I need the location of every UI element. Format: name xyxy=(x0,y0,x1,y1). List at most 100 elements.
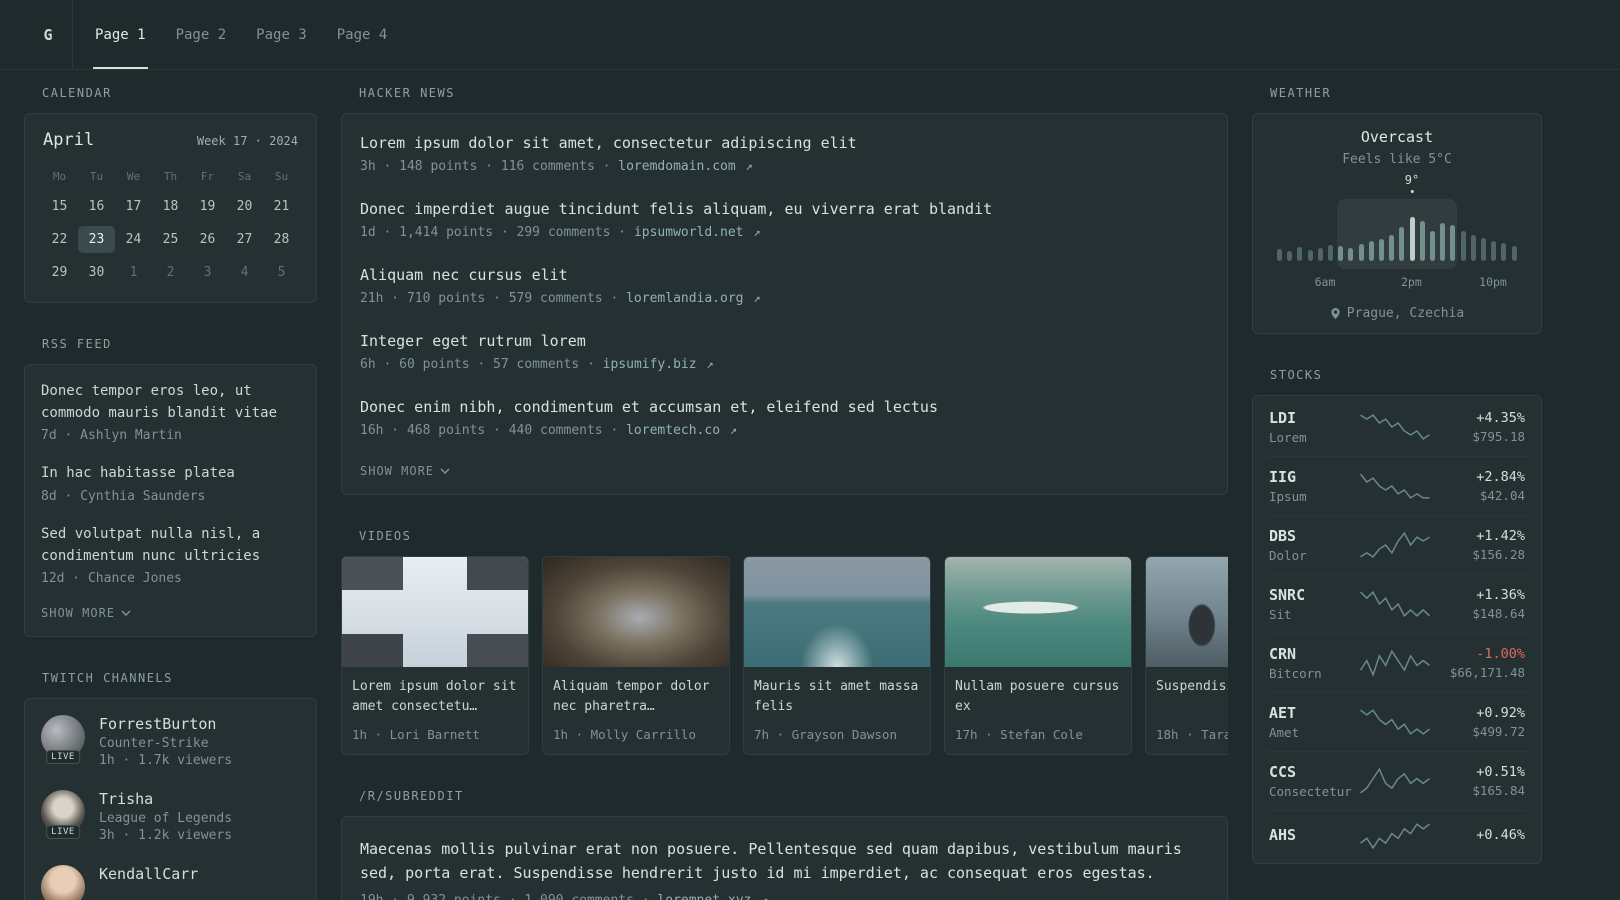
video-card[interactable]: Suspendisse diam 18h · Tara xyxy=(1145,556,1228,755)
stock-company: Amet xyxy=(1269,725,1300,740)
video-card[interactable]: Mauris sit amet massa felis 7h · Grayson… xyxy=(743,556,931,755)
channel-meta: 1h · 1.7k viewers xyxy=(99,753,233,769)
external-link-icon: ↗ xyxy=(761,893,769,900)
rss-item-title[interactable]: Sed volutpat nulla nisl, a condimentum n… xyxy=(41,524,300,567)
external-link-icon: ↗ xyxy=(753,225,761,239)
twitch-channel-row[interactable]: KendallCarr xyxy=(41,865,300,900)
stock-price: $66,171.48 xyxy=(1449,665,1525,680)
hn-story-title[interactable]: Donec imperdiet augue tincidunt felis al… xyxy=(360,200,1209,218)
video-card[interactable]: Nullam posuere cursus ex 17h · Stefan Co… xyxy=(944,556,1132,755)
stock-sparkline xyxy=(1360,767,1430,794)
channel-avatar-image xyxy=(41,865,85,900)
tab-page-4[interactable]: Page 4 xyxy=(335,0,390,69)
video-card[interactable]: Lorem ipsum dolor sit amet consectetu… 1… xyxy=(341,556,529,755)
rss-item: In hac habitasse platea 8d · Cynthia Sau… xyxy=(41,463,300,504)
video-thumbnail[interactable] xyxy=(342,557,528,667)
hn-story-domain-link[interactable]: loremlandia.org ↗ xyxy=(626,291,760,306)
stock-price: $156.28 xyxy=(1472,547,1525,562)
calendar-day: 28 xyxy=(273,232,290,247)
rss-item-title[interactable]: Donec tempor eros leo, ut commodo mauris… xyxy=(41,381,300,424)
stock-symbol: AET xyxy=(1269,704,1297,722)
weather-hour-bar xyxy=(1358,244,1364,261)
weather-hour-bar xyxy=(1470,235,1476,261)
location-text: Prague, Czechia xyxy=(1346,306,1465,321)
weather-location: Prague, Czechia xyxy=(1269,306,1525,321)
rss-item-title[interactable]: In hac habitasse platea xyxy=(41,463,300,485)
channel-meta: 3h · 1.2k viewers xyxy=(99,828,233,844)
avatar xyxy=(41,865,85,900)
tab-page-2[interactable]: Page 2 xyxy=(174,0,229,69)
weather-hour-bar xyxy=(1399,227,1405,261)
right-column: WEATHER Overcast Feels like 5°C 9° 6am 2… xyxy=(1252,70,1542,864)
weather-hour-bar xyxy=(1481,238,1487,261)
video-thumbnail[interactable] xyxy=(945,557,1131,667)
stock-price: $148.64 xyxy=(1472,606,1525,621)
live-badge: LIVE xyxy=(46,750,80,765)
hn-story-meta: 3h · 148 points · 116 comments · xyxy=(360,159,619,174)
channel-game: Counter-Strike xyxy=(99,736,209,752)
tab-page-3[interactable]: Page 3 xyxy=(254,0,309,69)
hn-story-title[interactable]: Integer eget rutrum lorem xyxy=(360,332,1209,350)
hn-show-more-button[interactable]: SHOW MORE xyxy=(360,464,1209,478)
stock-company: Ipsum xyxy=(1269,489,1307,504)
stock-row[interactable]: IIG Ipsum +2.84% $42.04 xyxy=(1267,456,1527,515)
hn-story-meta: 21h · 710 points · 579 comments · xyxy=(360,291,627,306)
external-link-icon: ↗ xyxy=(753,291,761,305)
hn-story-domain-link[interactable]: ipsumworld.net ↗ xyxy=(634,225,761,240)
video-title: Lorem ipsum dolor sit amet consectetu… xyxy=(352,679,517,715)
weather-hour-bar xyxy=(1440,223,1446,261)
stock-row[interactable]: SNRC Sit +1.36% $148.64 xyxy=(1267,574,1527,633)
stock-row[interactable]: AET Amet +0.92% $499.72 xyxy=(1267,692,1527,751)
hn-story: Donec imperdiet augue tincidunt felis al… xyxy=(360,200,1209,240)
hn-story-title[interactable]: Donec enim nibh, condimentum et accumsan… xyxy=(360,398,1209,416)
tab-page-1[interactable]: Page 1 xyxy=(93,0,148,69)
twitch-channel-row[interactable]: LIVE ForrestBurton Counter-Strike 1h · 1… xyxy=(41,715,300,768)
reddit-post-title[interactable]: Maecenas mollis pulvinar erat non posuer… xyxy=(360,837,1209,885)
stock-sparkline xyxy=(1360,709,1430,735)
stock-row[interactable]: DBS Dolor +1.42% $156.28 xyxy=(1267,515,1527,574)
rss-show-more-button[interactable]: SHOW MORE xyxy=(41,606,300,620)
hn-story-domain-link[interactable]: ipsumify.biz ↗ xyxy=(603,357,714,372)
hn-story-domain-link[interactable]: loremdomain.com ↗ xyxy=(618,159,752,174)
stock-symbol: LDI xyxy=(1269,409,1297,427)
video-meta: 18h · Tara xyxy=(1156,727,1228,742)
twitch-channel-row[interactable]: LIVE Trisha League of Legends 3h · 1.2k … xyxy=(41,790,300,843)
stocks-section-title: STOCKS xyxy=(1270,368,1323,382)
show-more-label: SHOW MORE xyxy=(360,464,435,478)
calendar-month: April xyxy=(43,130,95,150)
hn-story-title[interactable]: Aliquam nec cursus elit xyxy=(360,266,1209,284)
video-card[interactable]: Aliquam tempor dolor nec pharetra… 1h · … xyxy=(542,556,730,755)
stock-row[interactable]: AHS +0.46% xyxy=(1267,810,1527,861)
stock-price: $795.18 xyxy=(1472,429,1525,444)
domain-text: ipsumify.biz xyxy=(602,357,697,372)
hn-story-domain-link[interactable]: loremtech.co ↗ xyxy=(626,423,737,438)
show-more-label: SHOW MORE xyxy=(41,606,116,621)
reddit-post-domain-link[interactable]: loremnet.xyz ↗ xyxy=(657,893,768,900)
domain-text: ipsumworld.net xyxy=(633,225,744,240)
external-link-icon: ↗ xyxy=(706,357,714,371)
weather-hour-bar xyxy=(1491,241,1497,261)
hn-story-title[interactable]: Lorem ipsum dolor sit amet, consectetur … xyxy=(360,134,1209,152)
calendar-day: 21 xyxy=(273,199,290,214)
rss-item-meta: 12d · Chance Jones xyxy=(41,571,182,587)
video-thumbnail[interactable] xyxy=(543,557,729,667)
chevron-down-icon xyxy=(121,610,131,617)
stock-price: $499.72 xyxy=(1472,724,1525,739)
hn-story-meta: 1d · 1,414 points · 299 comments · xyxy=(360,225,634,240)
stock-row[interactable]: LDI Lorem +4.35% $795.18 xyxy=(1267,398,1527,456)
app-logo[interactable]: G xyxy=(24,0,73,69)
video-thumbnail[interactable] xyxy=(1146,557,1228,667)
stock-row[interactable]: CRN Bitcorn -1.00% $66,171.48 xyxy=(1267,633,1527,692)
video-meta: 1h · Molly Carrillo xyxy=(553,727,696,742)
calendar-day: 27 xyxy=(236,232,253,247)
hn-story: Donec enim nibh, condimentum et accumsan… xyxy=(360,398,1209,438)
calendar-grid: Mo Tu We Th Fr Sa Su 15 16 17 18 19 20 2… xyxy=(41,166,300,286)
calendar-day: 24 xyxy=(125,232,142,247)
stock-change: +1.42% xyxy=(1476,528,1525,544)
stock-row[interactable]: CCS Consectetur +0.51% $165.84 xyxy=(1267,751,1527,810)
weather-hour-bar xyxy=(1379,239,1385,261)
video-thumbnail[interactable] xyxy=(744,557,930,667)
domain-text: loremlandia.org xyxy=(626,291,744,306)
external-link-icon: ↗ xyxy=(745,159,753,173)
video-title: Mauris sit amet massa felis xyxy=(754,679,919,715)
